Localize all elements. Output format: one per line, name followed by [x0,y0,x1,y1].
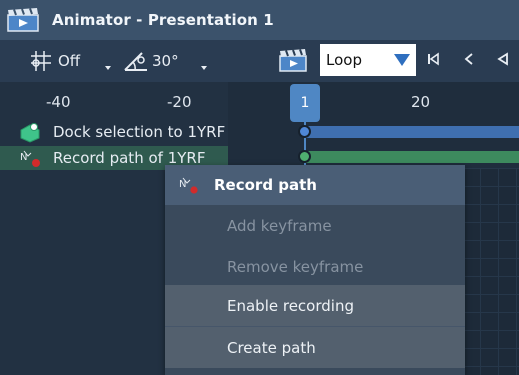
menu-item-enable-recording[interactable]: Enable recording [165,285,465,326]
ruler-tick-label: -20 [167,93,192,111]
menu-item-add-keyframe[interactable]: Add keyframe [165,205,465,246]
skip-to-start-icon [428,52,439,66]
snap-grid-dropdown[interactable]: Off [28,49,80,73]
record-path-icon: N [179,177,198,194]
menu-item-label: Enable recording [227,296,354,315]
context-menu-title: Record path [214,176,317,194]
clapperboard-icon [7,8,39,32]
grid-snap-icon [31,51,51,71]
menu-item-remove-keyframe[interactable]: Remove keyframe [165,246,465,287]
skip-to-start-button[interactable] [422,48,444,70]
chevron-down-icon[interactable] [201,66,207,70]
ruler-tick-label: 20 [411,93,431,111]
snap-grid-value: Off [58,52,81,70]
loop-mode-select[interactable]: Loop [320,44,416,76]
playhead-frame-label: 1 [300,95,310,111]
loop-mode-value: Loop [326,51,362,69]
record-path-icon: N [20,150,40,167]
angle-snap-icon [124,52,147,71]
ruler-tick-label: -40 [46,93,71,111]
play-reverse-button[interactable] [492,48,514,70]
play-reverse-icon [497,52,508,66]
angle-snap-dropdown[interactable]: 30° [122,48,179,74]
title-bar: Animator - Presentation 1 [0,0,519,40]
playhead-marker[interactable]: 1 [290,84,320,122]
step-back-button[interactable] [458,48,480,70]
step-back-icon [464,53,473,65]
context-menu: N Record path Add keyframe Remove keyfra… [165,165,465,375]
angle-value: 30° [152,52,179,70]
track-bar[interactable] [304,126,519,138]
dock-icon [20,123,40,143]
keyframe-knob[interactable] [298,150,311,163]
menu-item-label: Remove keyframe [227,257,364,276]
keyframe-knob[interactable] [298,125,311,138]
track-bar[interactable] [304,151,519,163]
window-title: Animator - Presentation 1 [52,11,274,29]
chevron-down-icon [394,54,410,66]
menu-item-label: Create path [227,338,316,357]
chevron-down-icon[interactable] [105,66,111,70]
context-menu-header: N Record path [165,165,465,205]
menu-item-create-path[interactable]: Create path [165,327,465,368]
clapperboard-icon[interactable] [278,47,308,73]
track-label: Dock selection to 1YRF [53,123,226,141]
menu-item-label: Add keyframe [227,216,332,235]
